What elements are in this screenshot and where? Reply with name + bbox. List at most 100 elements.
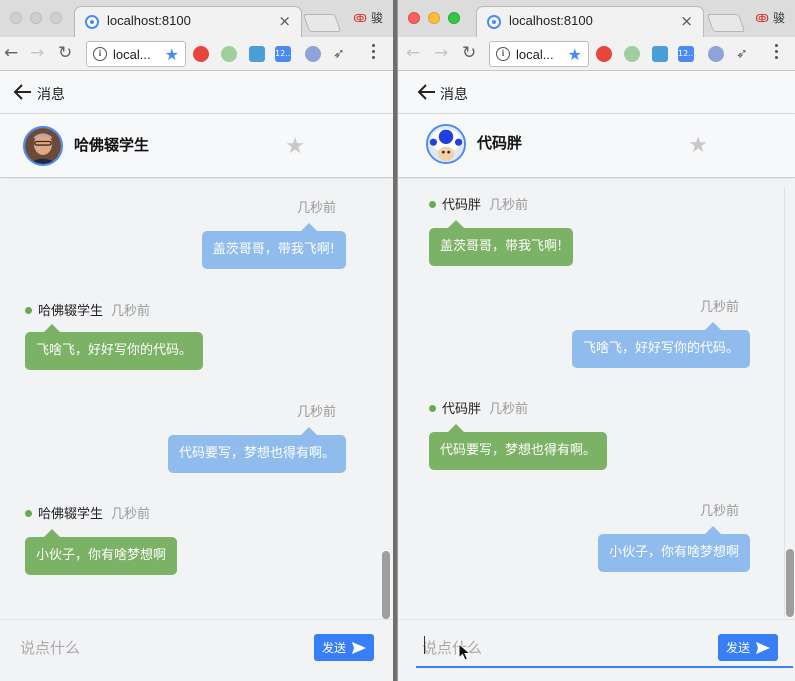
message-time: 几秒前 — [296, 201, 336, 216]
zoom-window-button[interactable] — [448, 12, 460, 24]
chat-title: 代码胖 — [477, 134, 523, 152]
reload-icon[interactable]: ↻ — [58, 43, 72, 63]
address-bar[interactable]: i local... ★ — [489, 41, 589, 67]
chat-header: 哈佛辍学生 ★ — [0, 114, 393, 178]
send-button[interactable]: 发送 — [314, 634, 374, 661]
ext-capture-icon[interactable] — [652, 46, 668, 62]
back-arrow-icon[interactable] — [416, 81, 438, 103]
address-bar[interactable]: i local... ★ — [86, 41, 186, 67]
ext-globe-icon[interactable] — [305, 46, 321, 62]
ext-shield-icon[interactable] — [596, 46, 612, 62]
minimize-window-button[interactable] — [30, 12, 42, 24]
ext-globe-icon[interactable] — [708, 46, 724, 62]
message-time: 几秒前 — [111, 507, 151, 522]
message-meta: 代码胖 几秒前 — [429, 398, 528, 417]
browser-tab[interactable]: localhost:8100 × — [476, 6, 704, 37]
browser-toolbar: ← → ↻ i local... ★ 12... ➶ — [398, 37, 795, 71]
scrollbar-thumb[interactable] — [786, 549, 794, 617]
new-tab-button[interactable] — [706, 14, 746, 32]
message-meta: 几秒前 — [700, 500, 739, 519]
menu-kebab-icon[interactable] — [775, 44, 779, 62]
bookmark-star-icon[interactable]: ★ — [568, 45, 582, 64]
composer: 发送 — [398, 619, 795, 681]
profile-button[interactable]: ↂ骏 — [755, 9, 785, 26]
message-sender: 哈佛辍学生 — [38, 304, 104, 319]
reload-icon[interactable]: ↻ — [462, 43, 476, 63]
forward-nav-icon[interactable]: → — [434, 43, 448, 63]
loading-favicon-icon — [487, 15, 501, 29]
bookmark-star-icon[interactable]: ★ — [165, 45, 179, 64]
ext-counter-icon[interactable]: 12... — [275, 46, 293, 62]
message-list[interactable]: 几秒前 盖茨哥哥，带我飞啊! 哈佛辍学生 几秒前 飞啥飞，好好写你的代码。 几秒前… — [0, 179, 393, 619]
browser-tab[interactable]: localhost:8100 × — [74, 6, 302, 37]
right-browser-window: localhost:8100 × ↂ骏 ← → ↻ i local... ★ 1… — [397, 0, 795, 681]
tab-close-icon[interactable]: × — [278, 12, 291, 30]
input-focus-underline — [416, 666, 793, 668]
favorite-star-icon[interactable]: ★ — [285, 134, 305, 159]
message-time: 几秒前 — [111, 304, 151, 319]
browser-toolbar: ← → ↻ i local... ★ 12... ➶ — [0, 37, 393, 71]
send-label: 发送 — [321, 641, 346, 655]
chat-header: 代码胖 ★ — [398, 114, 795, 178]
online-status-icon — [25, 510, 32, 517]
minimize-window-button[interactable] — [428, 12, 440, 24]
message-sender: 哈佛辍学生 — [38, 507, 104, 522]
back-nav-icon[interactable]: ← — [406, 43, 420, 63]
back-label[interactable]: 消息 — [440, 84, 468, 104]
close-window-button[interactable] — [10, 12, 22, 24]
favorite-star-icon[interactable]: ★ — [688, 133, 708, 158]
forward-nav-icon[interactable]: → — [30, 43, 44, 63]
profile-button[interactable]: ↂ骏 — [353, 9, 383, 26]
message-time: 几秒前 — [489, 198, 529, 213]
window-controls — [408, 12, 460, 24]
text-caret — [424, 636, 425, 654]
message-meta: 代码胖 几秒前 — [429, 194, 528, 213]
tab-close-icon[interactable]: × — [680, 12, 693, 30]
avatar — [23, 126, 63, 166]
mushroom-toad-avatar-icon — [428, 126, 464, 162]
message-time: 几秒前 — [699, 300, 739, 315]
app-header: 消息 — [398, 71, 795, 114]
message-meta: 哈佛辍学生 几秒前 — [25, 300, 150, 319]
back-label[interactable]: 消息 — [37, 84, 65, 104]
back-arrow-icon[interactable] — [12, 81, 34, 103]
ext-circle-icon[interactable] — [221, 46, 237, 62]
message-meta: 几秒前 — [297, 197, 336, 216]
message-bubble-outgoing: 盖茨哥哥，带我飞啊! — [201, 223, 346, 269]
message-meta: 几秒前 — [700, 296, 739, 315]
info-icon[interactable]: i — [496, 47, 510, 61]
ext-counter-icon[interactable]: 12... — [678, 46, 696, 62]
address-url: local... — [516, 47, 554, 62]
close-window-button[interactable] — [408, 12, 420, 24]
back-nav-icon[interactable]: ← — [4, 43, 18, 63]
send-button[interactable]: 发送 — [718, 634, 778, 661]
message-bubble-outgoing: 代码要写，梦想也得有啊。 — [167, 427, 346, 473]
message-bubble-incoming: 代码要写，梦想也得有啊。 — [429, 424, 608, 470]
message-time: 几秒前 — [699, 504, 739, 519]
message-list[interactable]: 代码胖 几秒前 盖茨哥哥，带我飞啊! 几秒前 飞啥飞，好好写你的代码。 代码胖 几秒… — [398, 179, 795, 619]
ext-circle-icon[interactable] — [624, 46, 640, 62]
window-controls — [10, 12, 62, 24]
message-time: 几秒前 — [489, 402, 529, 417]
tab-strip: localhost:8100 × ↂ骏 — [0, 0, 393, 37]
composer: 发送 — [0, 619, 393, 681]
message-time: 几秒前 — [296, 405, 336, 420]
avatar — [426, 124, 466, 164]
ext-rocket-icon[interactable]: ➶ — [333, 46, 349, 62]
message-bubble-outgoing: 飞啥飞，好好写你的代码。 — [571, 322, 750, 368]
profile-icon: ↂ — [755, 12, 769, 25]
menu-kebab-icon[interactable] — [372, 44, 376, 62]
zoom-window-button[interactable] — [50, 12, 62, 24]
ext-capture-icon[interactable] — [249, 46, 265, 62]
message-bubble-incoming: 飞啥飞，好好写你的代码。 — [25, 324, 204, 370]
online-status-icon — [429, 405, 436, 412]
new-tab-button[interactable] — [302, 14, 342, 32]
message-input[interactable] — [20, 630, 270, 666]
message-bubble-outgoing: 小伙子，你有啥梦想啊 — [597, 526, 750, 572]
info-icon[interactable]: i — [93, 47, 107, 61]
tab-title: localhost:8100 — [107, 13, 191, 28]
profile-icon: ↂ — [353, 12, 367, 25]
ext-rocket-icon[interactable]: ➶ — [736, 46, 752, 62]
ext-shield-icon[interactable] — [193, 46, 209, 62]
scrollbar-thumb[interactable] — [382, 551, 390, 619]
